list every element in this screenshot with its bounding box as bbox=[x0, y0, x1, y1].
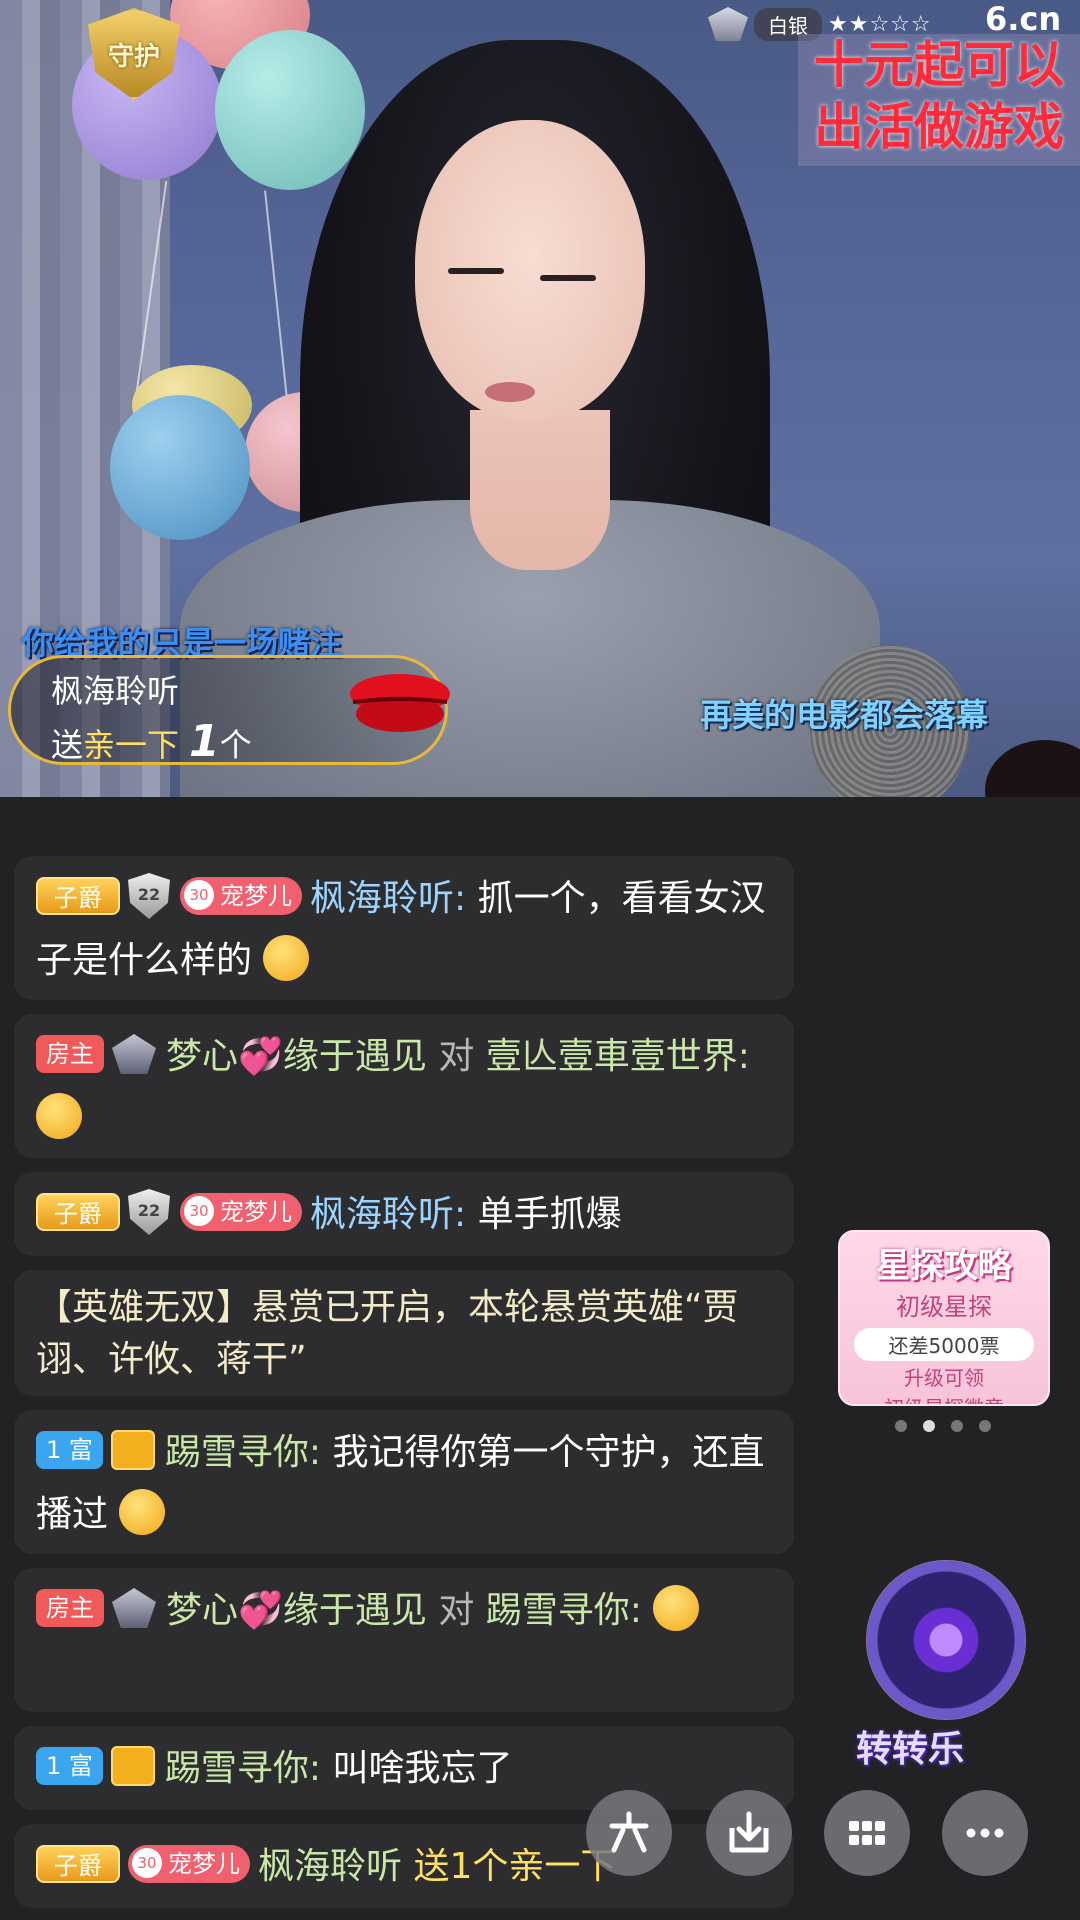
apps-button[interactable] bbox=[824, 1790, 910, 1876]
chat-text: 单手抓爆 bbox=[477, 1194, 622, 1235]
star-scout-progress: 还差5000票 bbox=[854, 1328, 1034, 1361]
hug-emoji-icon bbox=[36, 1093, 82, 1139]
star-scout-card[interactable]: 星探攻略 初级星探 还差5000票 升级可领 初级星探徽章 bbox=[838, 1230, 1050, 1406]
chat-text: 叫啥我忘了 bbox=[332, 1748, 513, 1789]
user-avatar-icon bbox=[110, 1746, 155, 1786]
streamer-eye bbox=[540, 275, 596, 281]
grid-icon bbox=[849, 1821, 885, 1845]
rank-gem-icon bbox=[708, 7, 748, 41]
carousel-dot[interactable] bbox=[895, 1420, 907, 1432]
chat-username[interactable]: 枫海聆听: bbox=[310, 878, 466, 919]
chat-username[interactable]: 枫海聆听: bbox=[310, 1194, 466, 1235]
chat-message: 房主 梦心💞缘于遇见 对 踢雪寻你: bbox=[14, 1568, 794, 1712]
lyric-line-bottom: 再美的电影都会落幕 bbox=[700, 696, 989, 734]
download-icon bbox=[729, 1811, 769, 1853]
chat-username[interactable]: 枫海聆听 bbox=[258, 1846, 402, 1887]
rank-stars: ★★☆☆☆ bbox=[828, 11, 932, 37]
streamer-mouth bbox=[485, 382, 535, 402]
lucky-wheel-label[interactable]: 转转乐 bbox=[856, 1720, 964, 1772]
guard-shield-icon: 22 bbox=[128, 873, 170, 919]
fan-badge: 30 宠梦儿 bbox=[180, 877, 302, 915]
plush-toy bbox=[985, 740, 1080, 797]
rank-tag-viscount: 子爵 bbox=[36, 1845, 120, 1883]
rank-tag-viscount: 子爵 bbox=[36, 1193, 120, 1231]
chat-username[interactable]: 梦心💞缘于遇见 bbox=[166, 1590, 427, 1631]
heart-icon: 💞 bbox=[238, 1036, 283, 1077]
chat-message: 子爵 22 30 宠梦儿 枫海聆听: 单手抓爆 bbox=[14, 1172, 794, 1256]
carousel-dot[interactable] bbox=[979, 1420, 991, 1432]
chat-target[interactable]: 壹亾壹車壹世界: bbox=[486, 1036, 750, 1077]
balloon bbox=[110, 395, 250, 540]
chat-username[interactable]: 踢雪寻你: bbox=[165, 1432, 321, 1473]
streamer-eye bbox=[448, 268, 504, 274]
rank-gem-icon bbox=[112, 1588, 156, 1628]
fan-badge: 30 宠梦儿 bbox=[128, 1845, 250, 1883]
chat-message: 子爵 22 30 宠梦儿 枫海聆听: 抓一个，看看女汉子是什么样的 bbox=[14, 856, 794, 1000]
wealth-tag: 1 富 bbox=[36, 1431, 103, 1469]
chat-username[interactable]: 梦心💞缘于遇见 bbox=[166, 1036, 427, 1077]
chat-target[interactable]: 踢雪寻你: bbox=[486, 1590, 642, 1631]
carousel-dot-active[interactable] bbox=[923, 1420, 935, 1432]
live-video[interactable]: 守护 白银 ★★☆☆☆ 6.cn 十元起可以 出活做游戏 你给我的只是一场赌注 … bbox=[0, 0, 1080, 797]
chat-message: 房主 梦心💞缘于遇见 对 壹亾壹車壹世界: bbox=[14, 1014, 794, 1158]
guard-shield-icon: 22 bbox=[128, 1189, 170, 1235]
user-avatar-icon bbox=[110, 1430, 155, 1470]
rank-tag-viscount: 子爵 bbox=[36, 877, 120, 915]
host-tag: 房主 bbox=[36, 1035, 104, 1073]
star-scout-title: 星探攻略 bbox=[876, 1246, 1012, 1286]
lucky-wheel-icon[interactable] bbox=[866, 1560, 1026, 1720]
carousel-dots[interactable] bbox=[895, 1420, 991, 1432]
star-scout-reward-1: 升级可领 bbox=[904, 1366, 984, 1390]
chat-message: 1 富 踢雪寻你: 叫啥我忘了 bbox=[14, 1726, 794, 1810]
liu-logo-icon bbox=[609, 1811, 649, 1853]
streamer-neck bbox=[470, 410, 610, 570]
host-tag: 房主 bbox=[36, 1589, 104, 1627]
promo-sign: 十元起可以 出活做游戏 bbox=[798, 34, 1080, 166]
gift-text: 送1个亲一下 bbox=[413, 1846, 617, 1887]
more-icon bbox=[966, 1828, 1004, 1838]
wealth-tag: 1 富 bbox=[36, 1747, 103, 1785]
star-scout-reward-2: 初级星探徽章 bbox=[840, 1395, 1048, 1404]
more-button[interactable] bbox=[942, 1790, 1028, 1876]
system-message: 【英雄无双】悬赏已开启，本轮悬赏英雄“贾诩、许攸、蒋干” bbox=[14, 1270, 794, 1396]
chat-message: 子爵 30 宠梦儿 枫海聆听 送1个亲一下 bbox=[14, 1824, 794, 1908]
yawn-emoji-icon bbox=[653, 1585, 700, 1631]
rank-gem-icon bbox=[112, 1034, 156, 1074]
system-text: 【英雄无双】悬赏已开启，本轮悬赏英雄“贾诩、许攸、蒋干” bbox=[36, 1287, 739, 1380]
carousel-dot[interactable] bbox=[951, 1420, 963, 1432]
fan-badge: 30 宠梦儿 bbox=[180, 1193, 302, 1231]
balloon bbox=[215, 30, 365, 190]
kiss-lips-icon bbox=[350, 674, 450, 732]
chat-message: 1 富踢雪寻你: 我记得你第一个守护，还直播过 bbox=[14, 1410, 794, 1554]
chat-username[interactable]: 踢雪寻你: bbox=[165, 1748, 321, 1789]
download-button[interactable] bbox=[706, 1790, 792, 1876]
site-logo: 6.cn bbox=[985, 0, 1062, 38]
yawn-emoji-icon bbox=[119, 1489, 166, 1535]
grin-emoji-icon bbox=[263, 935, 310, 981]
star-scout-level: 初级星探 bbox=[896, 1293, 992, 1321]
chat-list[interactable]: 子爵 22 30 宠梦儿 枫海聆听: 抓一个，看看女汉子是什么样的 房主 梦心💞缘于遇见 … bbox=[0, 800, 800, 1920]
balloon-string bbox=[264, 190, 288, 400]
heart-icon: 💞 bbox=[238, 1590, 283, 1631]
liu-logo-button[interactable] bbox=[586, 1790, 672, 1876]
